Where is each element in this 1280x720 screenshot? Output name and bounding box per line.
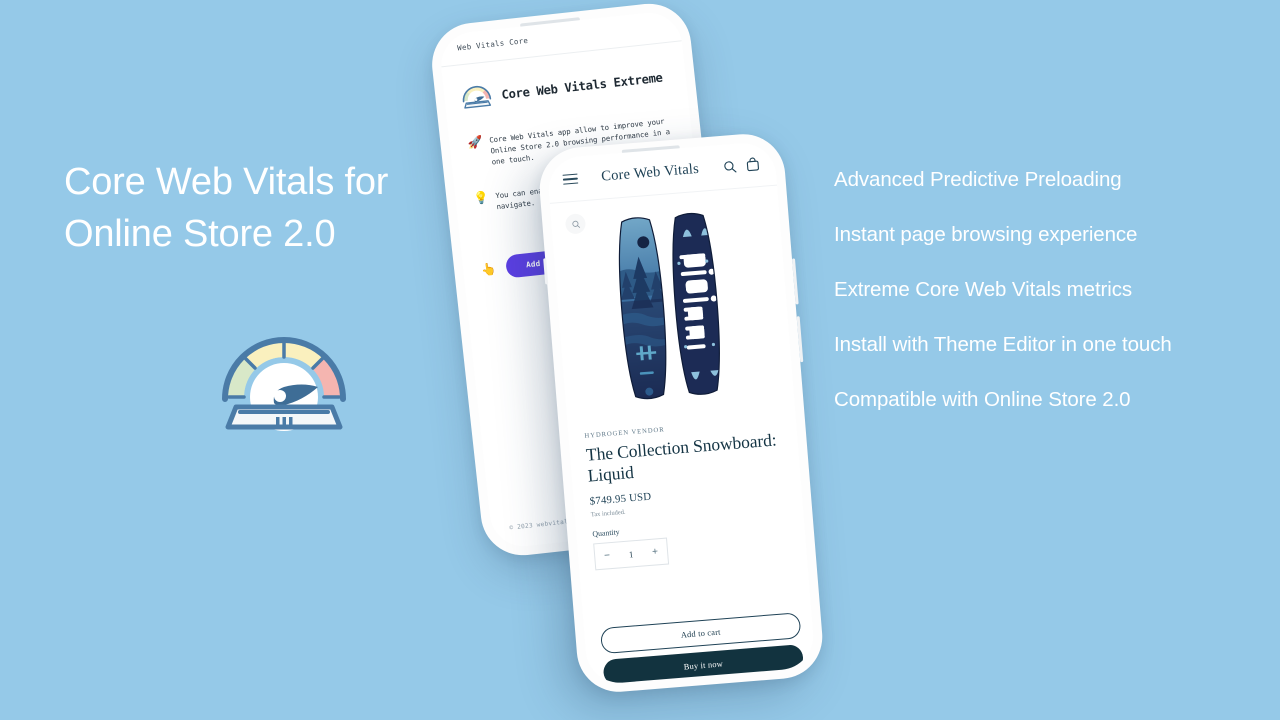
store-phone-mockup: Core Web Vitals HYDROGEN VENDOR The Coll… (536, 131, 826, 695)
quantity-label: Quantity (592, 527, 620, 539)
hero-section: Core Web Vitals for Online Store 2.0 (0, 0, 460, 720)
product-info: HYDROGEN VENDOR The Collection Snowboard… (584, 417, 794, 571)
app-name-heading: Core Web Vitals Extreme (500, 70, 664, 102)
shopping-bag-icon[interactable] (745, 156, 761, 172)
page-title: Core Web Vitals for Online Store 2.0 (64, 156, 464, 260)
product-image (550, 186, 795, 427)
rocket-icon: 🚀 (466, 134, 484, 150)
quantity-stepper[interactable]: − 1 + (593, 537, 670, 571)
app-title-row: Core Web Vitals Extreme (459, 64, 664, 113)
feature-item: Install with Theme Editor in one touch (834, 333, 1172, 356)
store-phone-screen: Core Web Vitals HYDROGEN VENDOR The Coll… (546, 140, 816, 686)
product-title: The Collection Snowboard: Liquid (585, 429, 778, 486)
quantity-decrement-button[interactable]: − (604, 550, 611, 561)
feature-item: Compatible with Online Store 2.0 (834, 388, 1131, 411)
product-gallery (549, 184, 795, 427)
headline-line-2: Online Store 2.0 (64, 213, 336, 255)
store-name: Core Web Vitals (600, 160, 700, 185)
feature-item: Instant page browsing experience (834, 223, 1138, 246)
quantity-value: 1 (628, 548, 634, 560)
feature-item: Extreme Core Web Vitals metrics (834, 278, 1133, 301)
search-icon[interactable] (722, 158, 738, 174)
feature-item: Advanced Predictive Preloading (834, 168, 1122, 191)
speedometer-gauge-icon (214, 327, 354, 443)
lightbulb-icon: 💡 (472, 190, 490, 206)
feature-list: Advanced Predictive Preloading Instant p… (834, 168, 1254, 412)
hamburger-menu-icon[interactable] (562, 173, 579, 185)
speedometer-gauge-icon (459, 82, 494, 112)
phone-power-button (791, 258, 799, 305)
app-browser-bar: Web Vitals Core (437, 9, 682, 68)
device-mockups: Web Vitals Core Core Web Vitals Extreme … (427, 0, 840, 720)
quantity-increment-button[interactable]: + (652, 546, 659, 557)
hand-tap-icon: 👆 (480, 261, 497, 277)
headline-line-1: Core Web Vitals for (64, 161, 389, 203)
app-browser-title: Web Vitals Core (456, 35, 529, 53)
phone-side-button (796, 316, 803, 363)
